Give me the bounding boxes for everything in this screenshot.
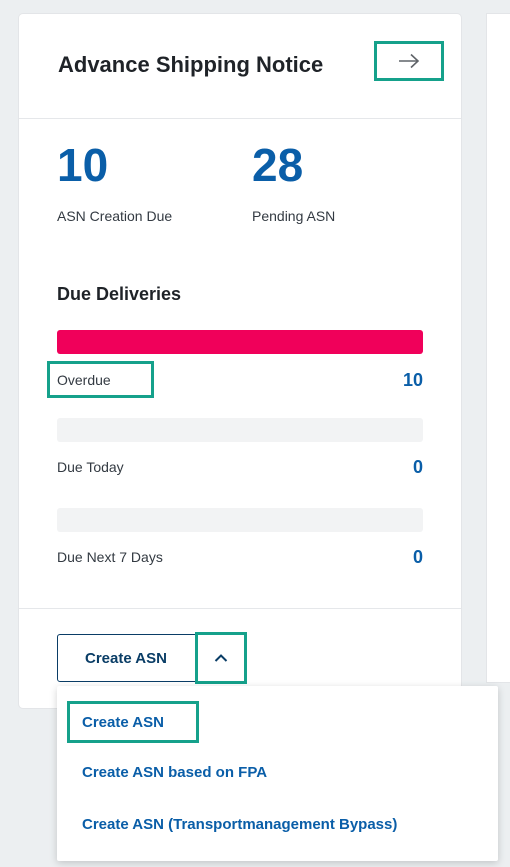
kpi-asn-creation-due-label: ASN Creation Due xyxy=(57,208,173,224)
due-next-7-days-value[interactable]: 0 xyxy=(413,547,423,568)
chevron-up-icon xyxy=(214,654,228,662)
menu-item-create-asn-bypass[interactable]: Create ASN (Transportmanagement Bypass) xyxy=(82,816,397,833)
due-today-label[interactable]: Due Today xyxy=(57,459,124,475)
due-deliveries-title: Due Deliveries xyxy=(57,284,182,304)
create-asn-split-button: Create ASN xyxy=(57,632,247,684)
kpi-asn-creation-due-value[interactable]: 10 xyxy=(57,142,108,188)
card-header: Advance Shipping Notice xyxy=(19,14,461,119)
create-asn-dropdown-menu: Create ASN Create ASN based on FPA Creat… xyxy=(57,686,498,861)
card-title: Advance Shipping Notice xyxy=(58,52,324,77)
due-today-bar xyxy=(57,418,423,442)
open-asn-button[interactable] xyxy=(374,41,444,81)
create-asn-button[interactable]: Create ASN xyxy=(58,635,194,681)
arrow-right-icon xyxy=(399,53,420,69)
adjacent-card xyxy=(487,14,510,682)
due-next-7-days-bar xyxy=(57,508,423,532)
due-today-value[interactable]: 0 xyxy=(413,457,423,478)
footer-divider xyxy=(19,608,461,609)
due-next-7-days-label[interactable]: Due Next 7 Days xyxy=(57,549,163,565)
kpi-pending-asn-label: Pending ASN xyxy=(252,208,336,224)
stage: Advance Shipping Notice 10 ASN Creation … xyxy=(0,0,510,867)
kpi-pending-asn-value[interactable]: 28 xyxy=(252,142,303,188)
overdue-bar xyxy=(57,330,423,354)
overdue-value[interactable]: 10 xyxy=(403,370,423,391)
overdue-label[interactable]: Overdue xyxy=(57,372,111,388)
menu-item-create-asn[interactable]: Create ASN xyxy=(82,714,164,731)
asn-card: Advance Shipping Notice 10 ASN Creation … xyxy=(19,14,461,708)
create-asn-dropdown-toggle[interactable] xyxy=(195,632,247,684)
overdue-bar-fill xyxy=(57,330,423,354)
menu-item-create-asn-fpa[interactable]: Create ASN based on FPA xyxy=(82,764,267,781)
